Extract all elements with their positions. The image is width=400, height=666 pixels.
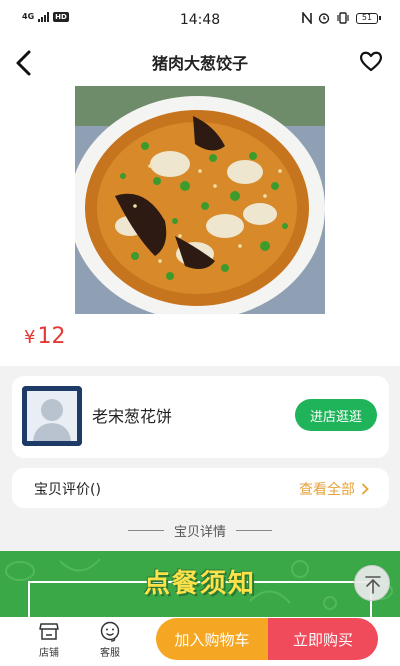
tab-service[interactable]: 客服 xyxy=(90,620,130,659)
arrow-up-icon xyxy=(365,576,381,594)
shop-card: 老宋葱花饼 进店逛逛 xyxy=(12,376,389,458)
divider-line-right xyxy=(236,529,272,531)
divider-line-left xyxy=(127,529,164,531)
price-value: 12 xyxy=(37,324,66,349)
buy-now-button[interactable]: 立即购买 xyxy=(268,618,378,660)
back-to-top-button[interactable] xyxy=(354,565,390,601)
shop-avatar[interactable] xyxy=(22,386,82,446)
vibrate-icon xyxy=(337,12,349,24)
tab-shop[interactable]: 店铺 xyxy=(29,620,69,659)
view-all-reviews-link[interactable]: 查看全部 xyxy=(299,479,369,499)
visit-shop-button[interactable]: 进店逛逛 xyxy=(295,399,377,431)
currency-symbol: ¥ xyxy=(24,327,36,348)
shop-name: 老宋葱花饼 xyxy=(92,407,173,426)
status-bar: 4G HD 14:48 51 xyxy=(0,0,400,42)
reviews-title: 宝贝评价() xyxy=(34,482,101,498)
battery-icon: 51 xyxy=(356,12,381,24)
status-indicators-right: 51 xyxy=(302,12,381,24)
details-section-header: 宝贝详情 xyxy=(0,518,400,542)
heart-outline-icon[interactable] xyxy=(358,48,384,74)
reviews-card[interactable]: 宝贝评价() 查看全部 xyxy=(12,468,389,508)
tab-shop-label: 店铺 xyxy=(39,648,59,659)
alarm-icon xyxy=(318,13,330,24)
details-label: 宝贝详情 xyxy=(173,524,226,540)
tab-service-label: 客服 xyxy=(100,648,120,659)
add-to-cart-button[interactable]: 加入购物车 xyxy=(156,618,268,660)
nav-bar: 猪肉大葱饺子 xyxy=(0,42,400,86)
ordering-notice-banner: 点餐须知 xyxy=(0,551,400,617)
default-avatar-icon xyxy=(22,386,82,446)
product-image[interactable] xyxy=(75,86,325,314)
customer-service-icon xyxy=(100,621,120,642)
banner-title: 点餐须知 xyxy=(143,569,256,599)
product-hero: ¥12 xyxy=(0,86,400,366)
page-title: 猪肉大葱饺子 xyxy=(151,54,248,73)
bottom-action-bar: 店铺 客服 加入购物车 立即购买 xyxy=(0,617,400,666)
nfc-icon xyxy=(302,12,312,24)
product-price: ¥12 xyxy=(24,324,65,349)
store-icon xyxy=(39,623,59,640)
view-all-label: 查看全部 xyxy=(299,482,355,498)
chevron-right-icon xyxy=(362,483,369,495)
